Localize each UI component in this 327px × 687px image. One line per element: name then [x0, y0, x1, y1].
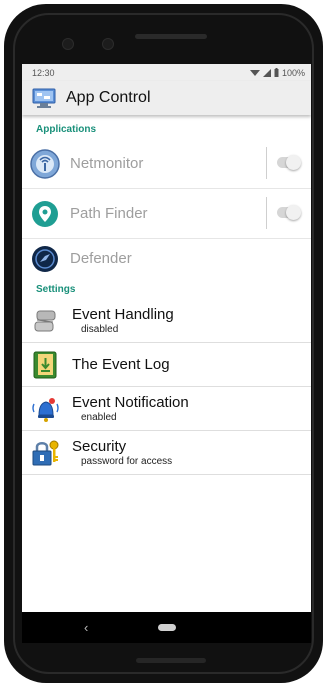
earpiece-speaker: [135, 34, 207, 39]
back-icon[interactable]: ‹: [84, 620, 88, 635]
app-label: Netmonitor: [70, 155, 144, 172]
app-control-icon: [32, 88, 56, 108]
row-divider: [266, 197, 267, 229]
wifi-icon: [249, 69, 260, 76]
app-label: Defender: [70, 250, 132, 267]
log-book-icon: [30, 350, 60, 380]
status-bar: 12:30 100%: [22, 64, 311, 81]
status-time: 12:30: [32, 67, 55, 78]
bottom-speaker: [136, 658, 206, 663]
signal-icon: [262, 68, 271, 77]
status-indicators: 100%: [249, 67, 305, 78]
battery-percent: 100%: [281, 67, 305, 78]
setting-subtitle: enabled: [81, 411, 117, 423]
app-row-path-finder[interactable]: Path Finder: [22, 189, 311, 239]
setting-subtitle: password for access: [81, 455, 173, 467]
setting-title: Event Notification: [72, 393, 189, 411]
row-divider: [266, 147, 267, 179]
bell-icon: [30, 394, 60, 424]
scroll-icon: [30, 306, 60, 336]
front-sensor-icon: [102, 38, 114, 50]
setting-title: The Event Log: [72, 355, 170, 373]
app-label: Path Finder: [70, 205, 148, 222]
app-row-defender[interactable]: Defender: [22, 239, 311, 278]
setting-row-event-handling[interactable]: Event Handling disabled: [22, 299, 311, 343]
home-button[interactable]: [158, 624, 176, 631]
screen: 12:30 100% App Control Applications Netm…: [22, 64, 311, 612]
netmonitor-icon: [30, 148, 60, 179]
page-title: App Control: [66, 89, 151, 106]
path-finder-toggle[interactable]: [277, 205, 301, 220]
toggle-knob: [286, 155, 301, 170]
setting-row-event-log[interactable]: The Event Log: [22, 343, 311, 387]
section-header-applications: Applications: [36, 124, 97, 135]
app-bar: App Control: [22, 81, 311, 115]
lock-key-icon: [30, 438, 60, 468]
defender-icon: [30, 244, 60, 274]
setting-row-event-notification[interactable]: Event Notification enabled: [22, 387, 311, 431]
setting-title: Event Handling: [72, 305, 174, 323]
toggle-knob: [286, 205, 301, 220]
setting-title: Security: [72, 437, 127, 455]
setting-subtitle: disabled: [81, 323, 119, 335]
section-header-settings: Settings: [36, 284, 76, 295]
setting-row-security[interactable]: Security password for access: [22, 431, 311, 475]
path-finder-icon: [30, 199, 60, 229]
navigation-bar: ‹: [22, 612, 311, 643]
netmonitor-toggle[interactable]: [277, 155, 301, 170]
battery-icon: [274, 68, 279, 77]
front-camera-icon: [62, 38, 74, 50]
app-row-netmonitor[interactable]: Netmonitor: [22, 139, 311, 189]
